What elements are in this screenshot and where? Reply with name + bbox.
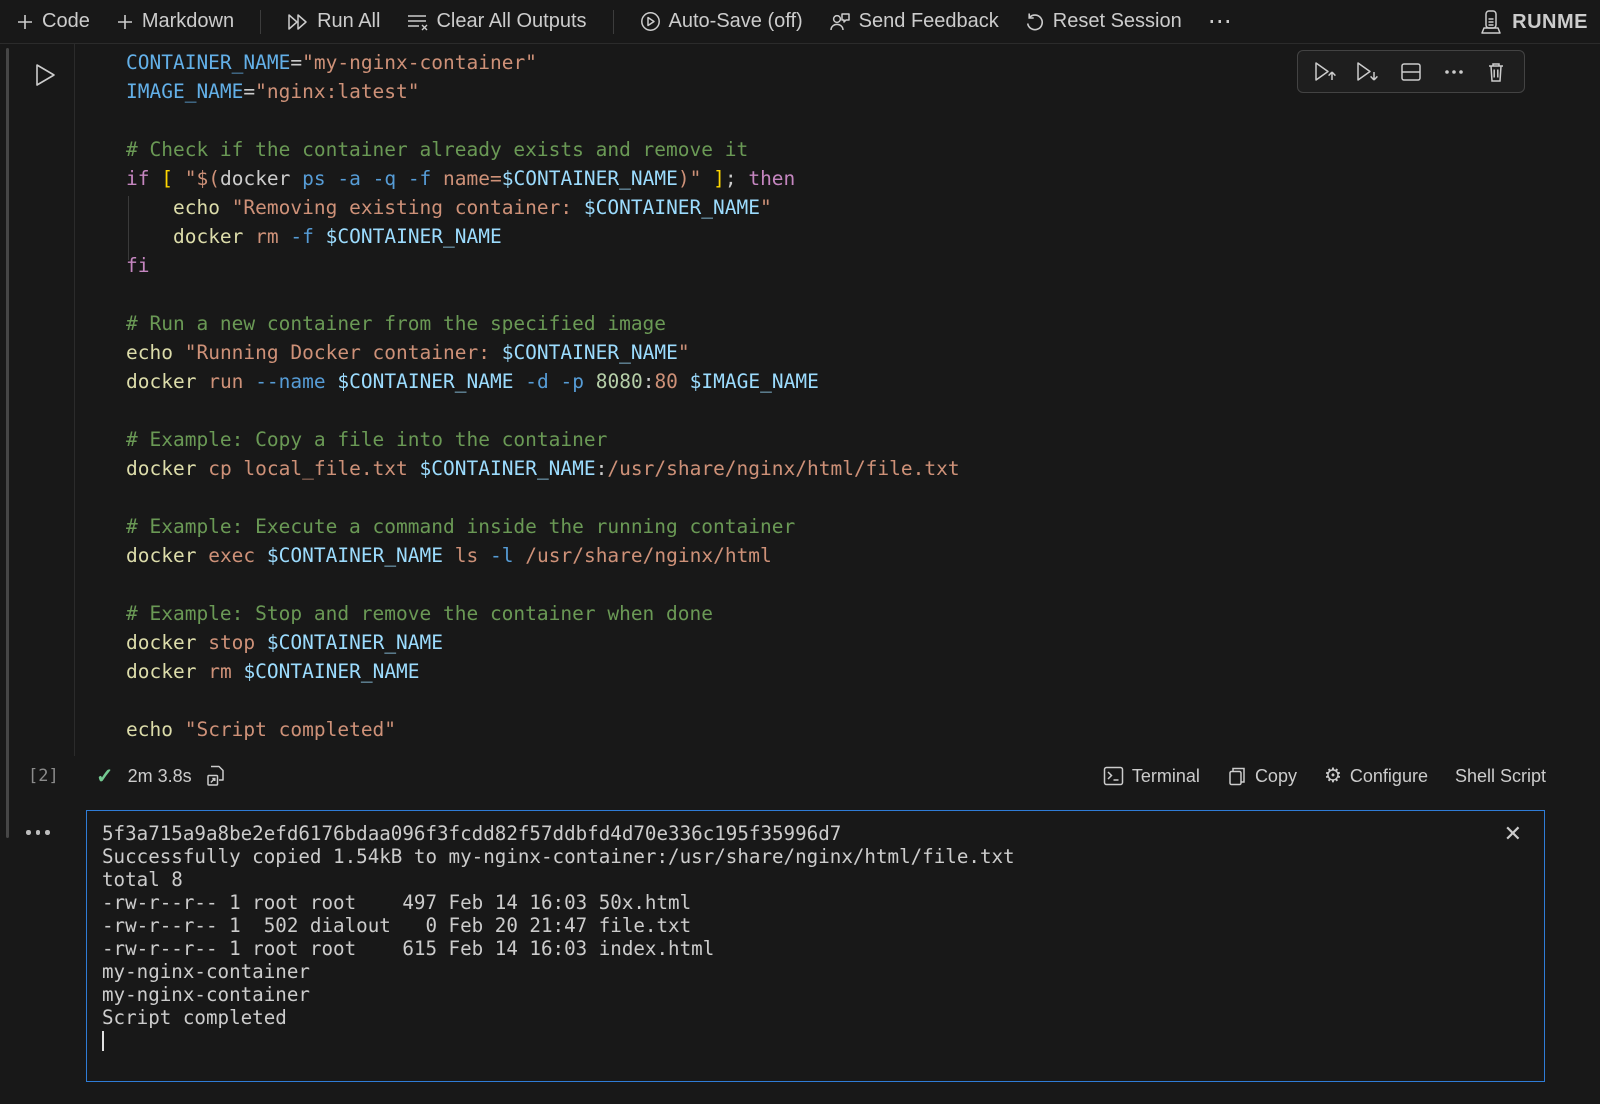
toolbar-separator	[613, 10, 614, 34]
clear-all-outputs-label: Clear All Outputs	[436, 10, 586, 33]
toolbar-more-button[interactable]: ⋯	[1208, 7, 1234, 36]
indent-guide	[128, 196, 129, 260]
auto-save-icon	[640, 11, 661, 32]
cell-focus-indicator	[6, 48, 9, 838]
run-all-icon	[287, 13, 309, 31]
play-icon	[33, 62, 57, 88]
text-cursor	[102, 1031, 104, 1051]
runme-label: RUNME	[1512, 11, 1588, 34]
reset-session-label: Reset Session	[1053, 10, 1182, 33]
execution-count: [2]	[28, 766, 59, 786]
execute-above-button[interactable]	[1311, 57, 1341, 87]
cell-status-bar: [2] ✓ 2m 3.8s Terminal	[0, 756, 1600, 796]
cell-output-panel: ✕ 5f3a715a9a8be2efd6176bdaa096f3fcdd82f5…	[86, 810, 1545, 1082]
output-text: 5f3a715a9a8be2efd6176bdaa096f3fcdd82f57d…	[102, 822, 1015, 1051]
reset-icon	[1025, 12, 1045, 32]
notebook-toolbar: Code Markdown Run All Clear All Outputs	[0, 0, 1600, 44]
run-cell-button[interactable]	[30, 60, 60, 90]
run-all-button[interactable]: Run All	[287, 10, 380, 33]
plus-icon	[16, 13, 34, 31]
editor-divider	[74, 44, 75, 756]
clear-outputs-icon	[406, 13, 428, 31]
auto-save-label: Auto-Save (off)	[669, 10, 803, 33]
export-output-icon[interactable]	[206, 765, 226, 787]
send-feedback-label: Send Feedback	[859, 10, 999, 33]
language-label: Shell Script	[1455, 766, 1546, 787]
execution-time: 2m 3.8s	[128, 766, 192, 787]
success-check-icon: ✓	[96, 764, 114, 789]
code-editor[interactable]: CONTAINER_NAME="my-nginx-container"IMAGE…	[126, 48, 960, 744]
notebook-cell: CONTAINER_NAME="my-nginx-container"IMAGE…	[0, 44, 1600, 796]
execute-below-button[interactable]	[1353, 57, 1383, 87]
language-picker[interactable]: Shell Script	[1455, 766, 1546, 787]
clear-all-outputs-button[interactable]: Clear All Outputs	[406, 10, 586, 33]
copy-label: Copy	[1255, 766, 1297, 787]
terminal-label: Terminal	[1132, 766, 1200, 787]
copy-button[interactable]: Copy	[1227, 766, 1297, 787]
feedback-icon	[829, 12, 851, 32]
copy-icon	[1227, 766, 1247, 787]
add-markdown-button[interactable]: Markdown	[116, 10, 234, 33]
ellipsis-icon: ⋯	[1208, 7, 1234, 36]
runme-logo-icon	[1480, 9, 1502, 35]
runme-brand: RUNME	[1480, 0, 1588, 44]
close-output-icon[interactable]: ✕	[1504, 821, 1522, 847]
send-feedback-button[interactable]: Send Feedback	[829, 10, 999, 33]
configure-button[interactable]: ⚙ Configure	[1324, 766, 1428, 787]
output-more-button[interactable]	[26, 830, 50, 835]
terminal-button[interactable]: Terminal	[1103, 766, 1200, 787]
run-all-label: Run All	[317, 10, 380, 33]
configure-label: Configure	[1350, 766, 1428, 787]
delete-cell-button[interactable]	[1481, 57, 1511, 87]
terminal-icon	[1103, 766, 1124, 786]
add-code-button[interactable]: Code	[16, 10, 90, 33]
cell-more-actions-button[interactable]	[1439, 57, 1469, 87]
gear-icon: ⚙	[1324, 766, 1342, 786]
auto-save-toggle[interactable]: Auto-Save (off)	[640, 10, 803, 33]
toolbar-separator	[260, 10, 261, 34]
split-cell-button[interactable]	[1396, 57, 1426, 87]
plus-icon	[116, 13, 134, 31]
add-markdown-label: Markdown	[142, 10, 234, 33]
reset-session-button[interactable]: Reset Session	[1025, 10, 1182, 33]
add-code-label: Code	[42, 10, 90, 33]
cell-action-toolbar	[1297, 50, 1525, 93]
